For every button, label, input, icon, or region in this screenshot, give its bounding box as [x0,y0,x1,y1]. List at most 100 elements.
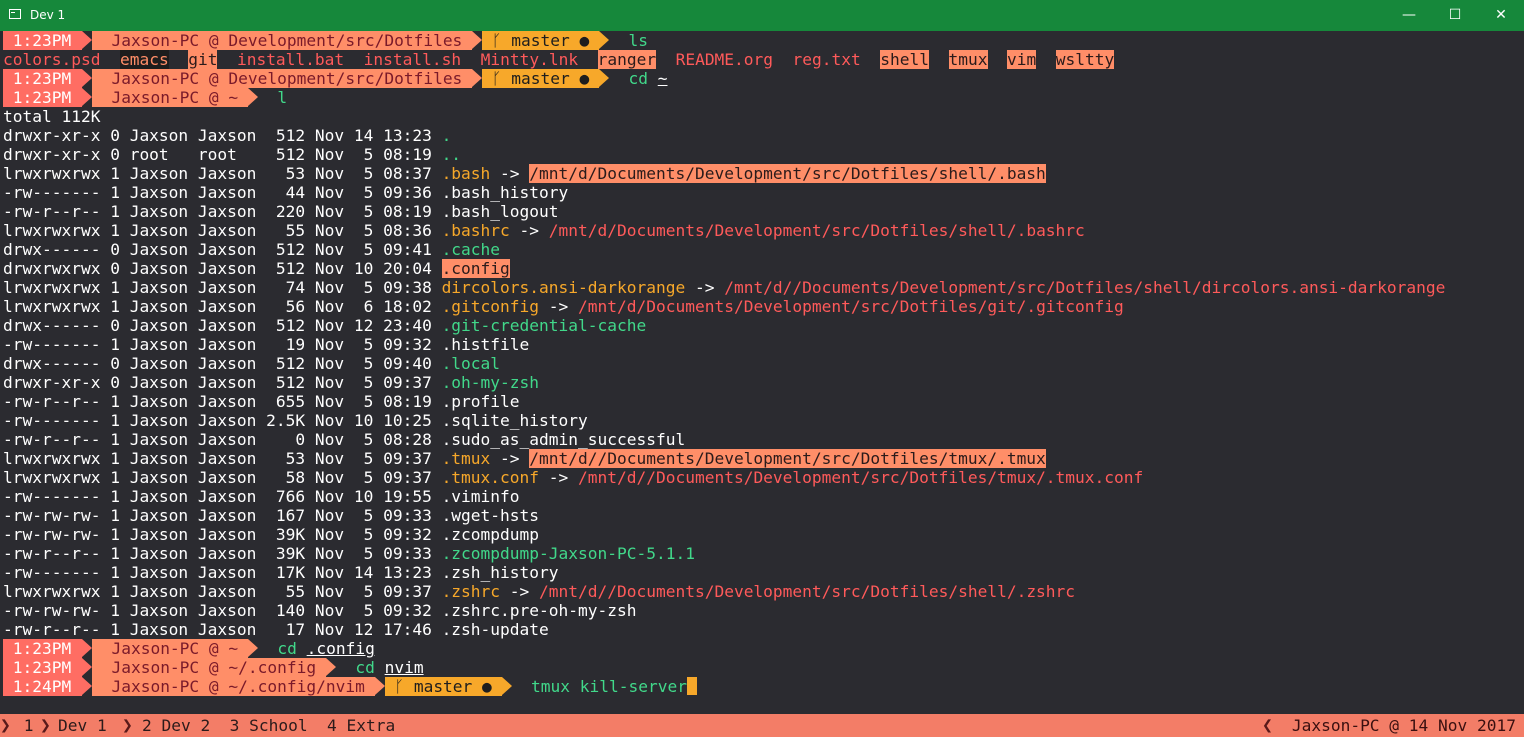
listing-row: drwx------ 0 Jaxson Jaxson 512 Nov 5 09:… [3,240,1524,259]
status-tab[interactable]: 2 Dev 2 [142,714,210,737]
listing-meta: drwxr-xr-x 0 root root 512 Nov 5 08:19 [3,145,442,164]
terminal-output[interactable]: 1:23PM Jaxson-PC @ Development/src/Dotfi… [3,31,1524,696]
status-tab[interactable]: 3 School [230,714,308,737]
listing-name: .tmux [441,449,491,468]
listing-name: .bash [441,164,491,183]
prompt-host: Jaxson-PC @ Development/src/Dotfiles [91,69,473,88]
listing-name: .git-credential-cache [441,316,647,335]
listing-row: -rw------- 1 Jaxson Jaxson 17K Nov 14 13… [3,563,1524,582]
status-tab-index[interactable]: 1 [14,714,34,737]
prompt-git-branch: ᚴ master ● [384,677,502,696]
listing-name: .sqlite_history [441,411,588,430]
prompt-time: 1:23PM [3,69,82,88]
ls-gap [929,50,949,69]
listing-name: .wget-hsts [441,506,540,525]
ls-gap [217,50,237,69]
listing-meta: -rw-rw-rw- 1 Jaxson Jaxson 167 Nov 5 09:… [3,506,442,525]
listing-name: .zsh-update [441,620,549,639]
listing-meta: -rw-r--r-- 1 Jaxson Jaxson 0 Nov 5 08:28 [3,430,442,449]
listing-name: .bash_logout [441,202,559,221]
ls-entry: git [188,50,218,69]
ls-entry: Mintty.lnk [480,50,579,69]
prompt-time: 1:23PM [3,639,82,658]
listing-row: lrwxrwxrwx 1 Jaxson Jaxson 53 Nov 5 08:3… [3,164,1524,183]
listing-name: .profile [441,392,520,411]
listing-meta: -rw------- 1 Jaxson Jaxson 2.5K Nov 10 1… [3,411,442,430]
prompt-host: Jaxson-PC @ ~/.config/nvim [91,677,375,696]
ls-gap [100,50,120,69]
listing-name: .config [441,259,510,278]
terminal-app-icon [9,9,21,19]
git-branch-name: master ● [404,677,502,696]
symlink-arrow: -> [500,582,540,601]
symlink-target: /mnt/d/Documents/Development/src/Dotfile… [529,164,1046,183]
status-tab-active[interactable]: Dev 1 [58,714,107,737]
prompt-time: 1:23PM [3,88,82,107]
listing-meta: lrwxrwxrwx 1 Jaxson Jaxson 55 Nov 5 09:3… [3,582,442,601]
ls-output-line: colors.psd emacs git install.bat install… [3,50,1524,69]
git-branch-name: master ● [501,69,599,88]
listing-row: -rw-r--r-- 1 Jaxson Jaxson 220 Nov 5 08:… [3,202,1524,221]
listing-name: .cache [441,240,501,259]
listing-row: -rw------- 1 Jaxson Jaxson 44 Nov 5 09:3… [3,183,1524,202]
symlink-target: /mnt/d/Documents/Development/src/Dotfile… [548,221,1085,240]
prompt-host: Jaxson-PC @ ~ [91,88,248,107]
listing-row: lrwxrwxrwx 1 Jaxson Jaxson 55 Nov 5 09:3… [3,582,1524,601]
prompt-host: Jaxson-PC @ ~ [91,639,248,658]
prompt-separator [472,31,483,49]
symlink-target: /mnt/d//Documents/Development/src/Dotfil… [578,468,1144,487]
listing-meta: lrwxrwxrwx 1 Jaxson Jaxson 53 Nov 5 08:3… [3,164,442,183]
listing-name: .zcompdump-Jaxson-PC-5.1.1 [441,544,695,563]
listing-row: lrwxrwxrwx 1 Jaxson Jaxson 56 Nov 6 18:0… [3,297,1524,316]
prompt-time: 1:24PM [3,677,82,696]
prompt-separator [81,677,92,695]
listing-name: dircolors.ansi-darkorange [441,278,686,297]
symlink-target: /mnt/d//Documents/Development/src/Dotfil… [539,582,1076,601]
listing-meta: lrwxrwxrwx 1 Jaxson Jaxson 55 Nov 5 08:3… [3,221,442,240]
prompt-separator [325,658,336,676]
command-space [375,658,385,677]
prompt-separator [599,69,609,87]
status-separator: ❯ [40,715,51,736]
close-button[interactable]: ✕ [1478,0,1524,31]
symlink-target: /mnt/d/Documents/Development/src/Dotfile… [578,297,1124,316]
git-branch-icon: ᚴ [482,31,502,50]
prompt-separator [501,677,512,695]
listing-meta: lrwxrwxrwx 1 Jaxson Jaxson 53 Nov 5 09:3… [3,449,442,468]
prompt-separator [247,639,258,657]
prompt-separator [81,69,92,87]
listing-name: .tmux.conf [441,468,540,487]
listing-name: .zshrc.pre-oh-my-zsh [441,601,637,620]
listing-name: .local [441,354,501,373]
listing-total: total 112K [3,107,101,126]
tmux-status-bar: ❯ 1 ❯ Dev 1 ❯ 2 Dev 23 School 4 Extra ❮ Jaxson-… [0,714,1524,737]
listing-row: drwx------ 0 Jaxson Jaxson 512 Nov 12 23… [3,316,1524,335]
listing-meta: -rw------- 1 Jaxson Jaxson 44 Nov 5 09:3… [3,183,442,202]
minimize-button[interactable]: — [1386,0,1432,31]
prompt-line: 1:23PM Jaxson-PC @ Development/src/Dotfi… [3,31,1524,50]
listing-meta: -rw-r--r-- 1 Jaxson Jaxson 220 Nov 5 08:… [3,202,442,221]
prompt-time: 1:23PM [3,658,82,677]
prompt-line: 1:23PM Jaxson-PC @ ~ l [3,88,1524,107]
listing-row: -rw-rw-rw- 1 Jaxson Jaxson 167 Nov 5 09:… [3,506,1524,525]
status-tab[interactable]: 4 Extra [327,714,395,737]
maximize-button[interactable]: ☐ [1432,0,1478,31]
listing-meta: drwx------ 0 Jaxson Jaxson 512 Nov 12 23… [3,316,442,335]
listing-meta: -rw-r--r-- 1 Jaxson Jaxson 39K Nov 5 09:… [3,544,442,563]
ls-entry: reg.txt [792,50,861,69]
prompt-command: cd [335,658,375,677]
prompt-separator [81,31,92,49]
listing-meta: -rw-rw-rw- 1 Jaxson Jaxson 140 Nov 5 09:… [3,601,442,620]
prompt-command: tmux kill-server [511,677,687,696]
ls-entry: install.bat [236,50,345,69]
prompt-separator [599,31,609,49]
listing-row: lrwxrwxrwx 1 Jaxson Jaxson 55 Nov 5 08:3… [3,221,1524,240]
listing-row: lrwxrwxrwx 1 Jaxson Jaxson 58 Nov 5 09:3… [3,468,1524,487]
listing-meta: drwxrwxrwx 0 Jaxson Jaxson 512 Nov 10 20… [3,259,442,278]
ls-entry: README.org [675,50,774,69]
ls-entry: tmux [948,50,988,69]
symlink-arrow: -> [490,449,530,468]
symlink-arrow: -> [490,164,530,183]
prompt-host: Jaxson-PC @ ~/.config [91,658,326,677]
listing-row: drwxr-xr-x 0 Jaxson Jaxson 512 Nov 5 09:… [3,373,1524,392]
